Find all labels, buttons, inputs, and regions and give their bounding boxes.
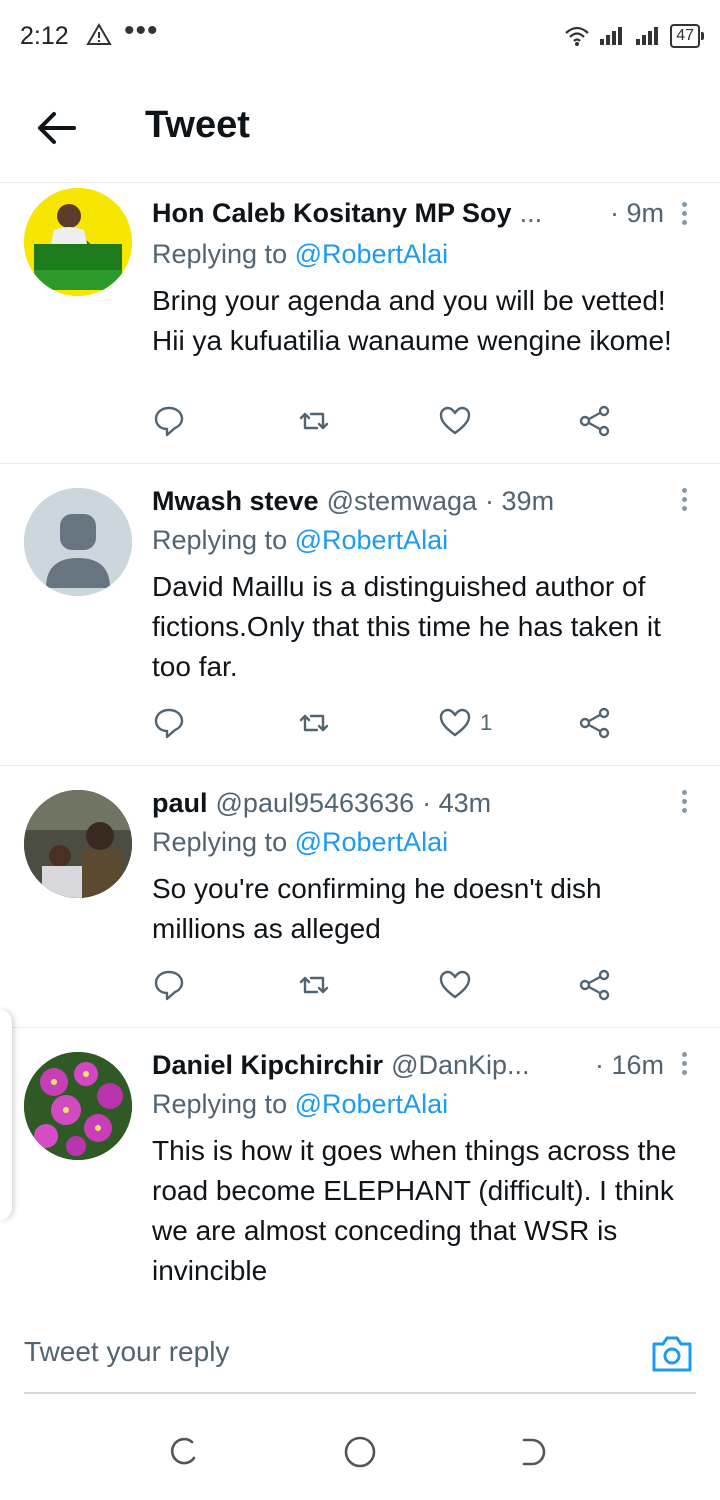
tweet-header: Hon Caleb Kositany MP Soy ... · 9m: [152, 195, 690, 231]
system-nav-bar: [0, 1404, 720, 1500]
wifi-icon: [565, 26, 589, 46]
avatar-image: [24, 188, 132, 296]
default-avatar-icon: [24, 488, 132, 596]
author-name[interactable]: Mwash steve: [152, 486, 319, 517]
retweet-icon: [299, 976, 329, 994]
heart-icon: [439, 970, 471, 999]
tweet-item[interactable]: Mwash steve @stemwaga · 39m Replying to …: [0, 463, 720, 766]
page-title: Tweet: [145, 104, 250, 146]
tweet-time: · 16m: [594, 1049, 664, 1080]
tweet-text: David Maillu is a distinguished author o…: [152, 571, 661, 682]
reply-icon: [154, 970, 184, 1001]
replying-label: Replying to: [152, 239, 288, 269]
tweet-time: · 9m: [610, 197, 664, 228]
tweet-header: Mwash steve @stemwaga · 39m: [152, 483, 690, 519]
tweet-text: This is how it goes when things across t…: [152, 1135, 677, 1286]
reply-icon: [154, 406, 184, 437]
mention-link[interactable]: @RobertAlai: [295, 239, 448, 269]
retweet-icon: [299, 412, 329, 430]
more-options-icon[interactable]: [678, 199, 690, 229]
home-circle-icon[interactable]: [342, 1434, 378, 1470]
avatar-image: [24, 1052, 132, 1160]
signal-icon: [636, 27, 659, 45]
author-handle[interactable]: ...: [520, 198, 543, 229]
back-nav-icon[interactable]: [518, 1434, 554, 1470]
replying-label: Replying to: [152, 525, 288, 555]
share-icon: [579, 969, 610, 1001]
reply-button[interactable]: [152, 703, 186, 743]
retweet-button[interactable]: [297, 703, 331, 743]
reply-underline: [24, 1392, 696, 1394]
reply-button[interactable]: [152, 401, 186, 441]
tweet-text: So you're confirming he doesn't dish mil…: [152, 873, 602, 944]
status-time: 2:12: [20, 22, 69, 50]
signal-icon: [600, 27, 623, 45]
avatar-image: [24, 790, 132, 898]
tweet-time: · 43m: [422, 787, 492, 818]
like-button[interactable]: [438, 401, 480, 441]
share-icon: [579, 707, 610, 739]
tweet-header: paul @paul95463636 · 43m: [152, 785, 690, 821]
app-header: Tweet: [0, 74, 720, 183]
mention-link[interactable]: @RobertAlai: [295, 525, 448, 555]
status-bar: 2:12 ••• 47: [0, 0, 720, 74]
avatar[interactable]: [24, 1052, 132, 1160]
replying-label: Replying to: [152, 827, 288, 857]
like-button[interactable]: [438, 965, 480, 1005]
author-name[interactable]: Daniel Kipchirchir: [152, 1050, 383, 1081]
avatar[interactable]: [24, 488, 132, 596]
author-handle[interactable]: @DanKip...: [391, 1050, 529, 1081]
status-right: 47: [564, 22, 704, 50]
arrow-left-icon[interactable]: [34, 110, 78, 146]
tweet-item[interactable]: Daniel Kipchirchir @DanKip... · 16m Repl…: [0, 1027, 720, 1303]
like-count: 1: [480, 710, 493, 735]
replying-to: Replying to @RobertAlai: [152, 827, 448, 858]
tweet-item[interactable]: paul @paul95463636 · 43m Replying to @Ro…: [0, 765, 720, 1028]
replying-to: Replying to @RobertAlai: [152, 239, 448, 270]
more-dots-icon: •••: [124, 14, 159, 47]
tweet-time: · 39m: [485, 485, 555, 516]
replying-to: Replying to @RobertAlai: [152, 525, 448, 556]
avatar[interactable]: [24, 188, 132, 296]
author-name[interactable]: paul: [152, 788, 208, 819]
retweet-icon: [299, 714, 329, 732]
alert-triangle-icon: [86, 23, 112, 45]
reply-feed[interactable]: Hon Caleb Kositany MP Soy ... · 9m Reply…: [0, 183, 720, 1303]
more-options-icon[interactable]: [678, 787, 690, 817]
like-button[interactable]: 1: [438, 703, 492, 743]
author-handle[interactable]: @paul95463636: [216, 788, 415, 819]
more-options-icon[interactable]: [678, 485, 690, 515]
tweet-actions: 1: [152, 703, 622, 743]
tweet-text: Bring your agenda and you will be vetted…: [152, 285, 672, 356]
share-button[interactable]: [578, 703, 612, 743]
share-icon: [579, 405, 610, 437]
author-handle[interactable]: @stemwaga: [327, 486, 477, 517]
mention-link[interactable]: @RobertAlai: [295, 1089, 448, 1119]
camera-icon[interactable]: [650, 1334, 694, 1374]
reply-button[interactable]: [152, 965, 186, 1005]
battery-indicator: 47: [670, 24, 704, 48]
avatar[interactable]: [24, 790, 132, 898]
retweet-button[interactable]: [297, 401, 331, 441]
share-button[interactable]: [578, 965, 612, 1005]
heart-icon: [439, 708, 471, 737]
recent-apps-icon[interactable]: [166, 1434, 202, 1470]
replying-to: Replying to @RobertAlai: [152, 1089, 448, 1120]
tweet-header: Daniel Kipchirchir @DanKip... · 16m: [152, 1047, 690, 1083]
share-button[interactable]: [578, 401, 612, 441]
tweet-item[interactable]: Hon Caleb Kositany MP Soy ... · 9m Reply…: [0, 183, 720, 464]
reply-bar: Tweet your reply: [0, 1304, 720, 1404]
retweet-button[interactable]: [297, 965, 331, 1005]
replying-label: Replying to: [152, 1089, 288, 1119]
reply-input[interactable]: Tweet your reply: [24, 1336, 229, 1368]
tweet-actions: [152, 965, 622, 1005]
more-options-icon[interactable]: [678, 1049, 690, 1079]
author-name[interactable]: Hon Caleb Kositany MP Soy: [152, 198, 512, 229]
heart-icon: [439, 406, 471, 435]
reply-icon: [154, 708, 184, 739]
edge-panel-handle[interactable]: [0, 1010, 12, 1220]
tweet-actions: [152, 401, 622, 441]
mention-link[interactable]: @RobertAlai: [295, 827, 448, 857]
